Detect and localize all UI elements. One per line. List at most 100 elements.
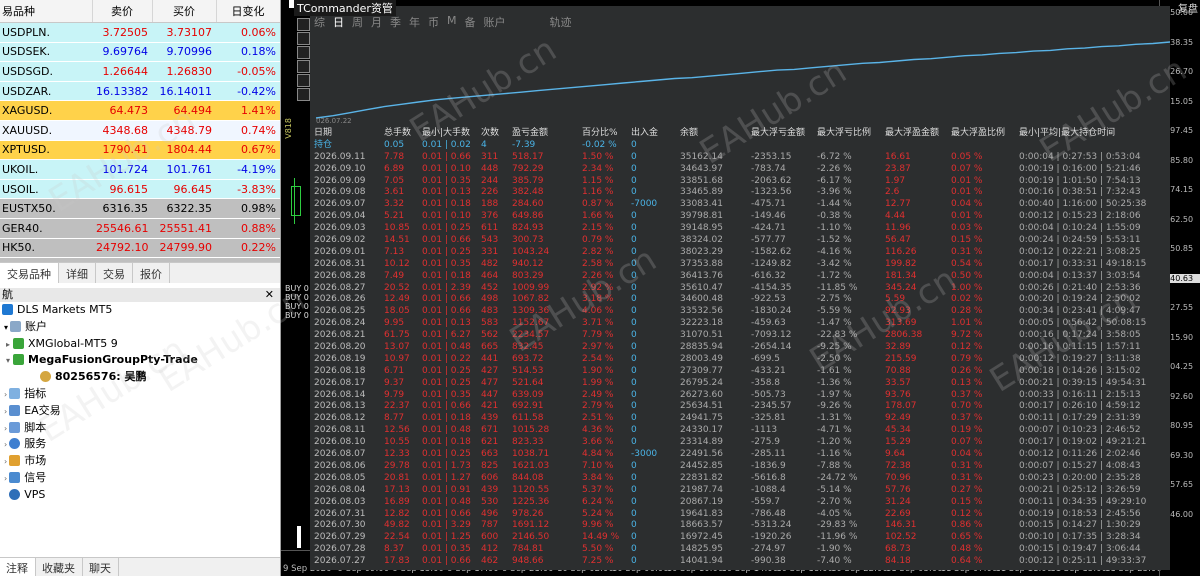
table-cell: 0 <box>631 163 637 174</box>
tab-symbols[interactable]: 交易品种 <box>0 263 59 283</box>
market-watch-row[interactable]: EUSTX50. 6316.35 6322.35 0.98% <box>0 198 280 219</box>
table-cell: 2026.08.24 <box>314 318 366 329</box>
tcommander-tab[interactable]: 币 <box>428 14 439 30</box>
tcommander-tab[interactable]: 账户 <box>484 14 506 30</box>
table-cell: 0:00:33 | 0:16:11 | 2:15:13 <box>1019 389 1141 400</box>
tcommander-tab[interactable]: 综 <box>314 14 325 30</box>
market-watch-row[interactable]: USDPLN. 3.72505 3.73107 0.06% <box>0 22 280 43</box>
table-cell: 178.07 <box>885 401 917 412</box>
expand-icon[interactable]: › <box>4 474 7 483</box>
market-watch-row[interactable]: XAGUSD. 64.473 64.494 1.41% <box>0 100 280 121</box>
tab-chat[interactable]: 聊天 <box>83 558 119 576</box>
tab-trading[interactable]: 交易 <box>96 263 133 283</box>
table-cell: 11.96 <box>885 223 911 234</box>
table-cell: 0 <box>631 401 637 412</box>
table-cell: 244 <box>481 175 499 186</box>
tool-button[interactable] <box>297 88 310 101</box>
market-watch-row[interactable]: UKOIL. 101.724 101.761 -4.19% <box>0 159 280 180</box>
nav-account-mega[interactable]: ▾ MegaFusionGroupPty-Trade <box>0 352 280 369</box>
tcommander-tab[interactable]: M <box>447 14 457 30</box>
cell-symbol: XPTUSD. <box>0 140 92 161</box>
market-watch-row[interactable]: USDZAR. 16.13382 16.14011 -0.42% <box>0 81 280 102</box>
tab-favorites[interactable]: 收藏夹 <box>36 558 83 576</box>
tcommander-tab[interactable]: 月 <box>371 14 382 30</box>
table-cell: 600 <box>481 532 499 543</box>
equity-line <box>316 41 1170 119</box>
cell-ask: 24799.90 <box>152 238 216 259</box>
market-watch-row[interactable]: XAUUSD. 4348.68 4348.79 0.74% <box>0 120 280 141</box>
table-cell: 7.10 % <box>582 460 614 471</box>
table-cell: 0 <box>631 258 637 269</box>
table-cell: 4 <box>481 139 487 150</box>
market-watch-row[interactable]: USDSGD. 1.26644 1.26830 -0.05% <box>0 61 280 82</box>
expand-icon[interactable]: › <box>4 457 7 466</box>
tcommander-tab[interactable]: 轨迹 <box>550 14 572 30</box>
nav-login[interactable]: 80256576: 吴鹏 <box>0 369 280 386</box>
collapse-icon[interactable]: ▾ <box>4 323 8 332</box>
table-cell: 14.49 % <box>582 532 620 543</box>
table-cell: 0.01 | 0.48 <box>422 496 471 507</box>
curve-start-label: 026.07.22 <box>316 117 352 125</box>
chart-window[interactable]: 复盘 4450.00 4438.35 4426.70 4415.05 4397.45 43… <box>281 0 1200 576</box>
cell-change: -4.19% <box>216 159 280 180</box>
table-cell: 22491.56 <box>680 449 723 460</box>
nav-signals[interactable]: › 信号 <box>0 470 280 487</box>
tool-button[interactable] <box>297 32 310 45</box>
expand-icon[interactable]: › <box>4 407 7 416</box>
nav-services[interactable]: › 服务 <box>0 436 280 453</box>
col-ask[interactable]: 买价 <box>152 0 217 23</box>
tcommander-tab[interactable]: 周 <box>352 14 363 30</box>
tab-comments[interactable]: 注释 <box>0 558 36 576</box>
market-watch-row[interactable]: XPTUSD. 1790.41 1804.44 0.67% <box>0 140 280 161</box>
table-cell: 18663.57 <box>680 520 723 531</box>
table-cell: -2353.15 <box>751 151 792 162</box>
table-cell: -325.81 <box>751 413 786 424</box>
table-cell: 20.81 <box>384 472 410 483</box>
side-label: V818 <box>284 118 293 139</box>
table-cell: 0.01 | 0.25 <box>422 377 471 388</box>
close-icon[interactable]: ✕ <box>265 288 274 302</box>
tool-button[interactable] <box>297 18 310 31</box>
tcommander-tab[interactable]: 日 <box>333 14 344 30</box>
tab-details[interactable]: 详细 <box>59 263 96 283</box>
tab-ticks[interactable]: 报价 <box>133 263 170 283</box>
nav-experts[interactable]: › EA交易 <box>0 403 280 420</box>
market-watch-row[interactable]: USDSEK. 9.69764 9.70996 0.18% <box>0 42 280 63</box>
nav-vps[interactable]: › VPS <box>0 487 280 504</box>
table-cell: 29.78 <box>384 460 410 471</box>
tcommander-tab[interactable]: 年 <box>409 14 420 30</box>
indicator-icon <box>9 387 21 399</box>
col-bid[interactable]: 卖价 <box>92 0 153 23</box>
table-cell: 439 <box>481 484 499 495</box>
cell-symbol: EUSTX50. <box>0 198 92 219</box>
server-icon <box>13 354 25 366</box>
expand-icon[interactable]: › <box>4 424 7 433</box>
table-cell: -1.36 % <box>817 377 852 388</box>
tool-button[interactable] <box>297 60 310 73</box>
tool-button[interactable] <box>297 74 310 87</box>
table-cell: -1830.24 <box>751 306 792 317</box>
tcommander-tab[interactable]: 季 <box>390 14 401 30</box>
market-watch-row[interactable]: HK50. 24792.10 24799.90 0.22% <box>0 238 280 259</box>
col-symbol[interactable]: 易品种 <box>0 0 93 23</box>
expand-icon[interactable]: › <box>4 390 7 399</box>
expand-icon[interactable]: › <box>4 440 7 449</box>
table-cell: 146.31 <box>885 520 917 531</box>
nav-indicators[interactable]: › 指标 <box>0 386 280 403</box>
table-cell: 0 <box>631 496 637 507</box>
table-cell: 1309.36 <box>512 306 550 317</box>
expand-icon[interactable]: ▸ <box>6 340 10 349</box>
table-cell: 2026.09.04 <box>314 211 366 222</box>
market-watch-row[interactable]: GER40. 25546.61 25551.41 0.88% <box>0 218 280 239</box>
nav-market[interactable]: › 市场 <box>0 453 280 470</box>
col-change[interactable]: 日变化 <box>216 0 280 23</box>
market-watch-row[interactable]: USOIL. 96.615 96.645 -3.83% <box>0 179 280 200</box>
nav-broker[interactable]: DLS Markets MT5 <box>0 302 280 319</box>
nav-scripts[interactable]: › 脚本 <box>0 420 280 437</box>
tcommander-tab[interactable]: 备 <box>465 14 476 30</box>
tool-button[interactable] <box>297 46 310 59</box>
table-cell: 0 <box>631 532 637 543</box>
collapse-icon[interactable]: ▾ <box>6 356 10 365</box>
nav-accounts[interactable]: ▾ 账户 <box>0 319 280 336</box>
nav-account-xm[interactable]: ▸ XMGlobal-MT5 9 <box>0 336 280 353</box>
